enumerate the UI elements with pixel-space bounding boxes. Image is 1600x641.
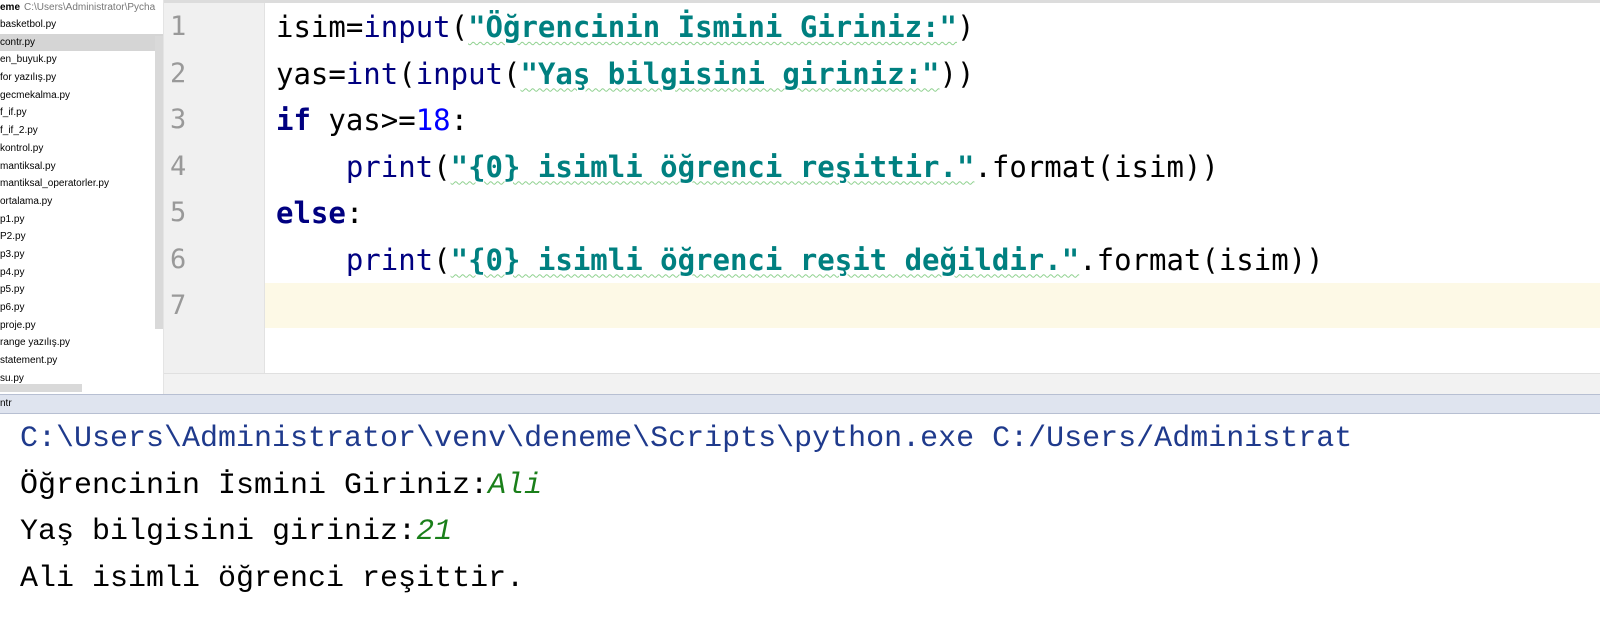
line-number: 7 <box>170 290 187 321</box>
project-root-path: C:\Users\Administrator\Pycha <box>24 2 156 13</box>
code-line[interactable]: print("{0} isimli öğrenci reşit değildir… <box>276 237 1324 283</box>
builtin-token: print <box>345 149 434 184</box>
code-token: isim= <box>276 10 364 44</box>
string-token: "Yaş bilgisini giriniz:" <box>520 56 940 91</box>
line-number: 4 <box>170 150 187 182</box>
file-item[interactable]: mantiksal.py <box>0 158 163 176</box>
console-output: Yaş bilgisini giriniz: <box>20 515 417 549</box>
project-tree: eme C:\Users\Administrator\Pycha basketbo… <box>0 0 164 394</box>
line-number: 5 <box>170 197 187 228</box>
line-number: 2 <box>170 57 187 89</box>
code-token: ( <box>450 10 469 44</box>
file-item[interactable]: range yazılış.py <box>0 334 163 352</box>
file-item[interactable]: f_if.py <box>0 104 163 122</box>
code-token: .format(isim)) <box>974 149 1219 184</box>
code-token: ( <box>433 242 451 277</box>
code-token: ( <box>433 149 451 184</box>
project-root-name: eme <box>0 2 21 13</box>
file-item[interactable]: p4.py <box>0 264 163 282</box>
file-item[interactable]: f_if_2.py <box>0 122 163 140</box>
code-token: .format(isim)) <box>1079 242 1324 277</box>
file-item[interactable]: basketbol.py <box>0 16 163 34</box>
code-token: : <box>450 103 469 137</box>
number-token: 18 <box>415 103 451 137</box>
code-line[interactable]: yas=int(input("Yaş bilgisini giriniz:")) <box>276 51 974 97</box>
tree-horizontal-scrollbar[interactable] <box>0 384 82 392</box>
console-line: Öğrencinin İsmini Giriniz:Ali <box>20 463 542 509</box>
line-number: 1 <box>170 11 187 42</box>
string-token: "Öğrencinin İsmini Giriniz:" <box>468 10 957 44</box>
string-token: "{0} isimli öğrenci reşit değildir." <box>450 242 1080 277</box>
builtin-token: int <box>345 56 399 91</box>
editor-horizontal-scrollbar[interactable] <box>164 373 1600 394</box>
console-user-input: Ali <box>488 468 543 503</box>
file-item[interactable]: p1.py <box>0 211 163 229</box>
code-token: ( <box>398 56 416 91</box>
file-item[interactable]: for yazılış.py <box>0 69 163 87</box>
string-token: "{0} isimli öğrenci reşittir." <box>450 149 975 184</box>
console-line: Yaş bilgisini giriniz:21 <box>20 509 452 555</box>
code-token: )) <box>939 56 975 91</box>
file-item[interactable]: kontrol.py <box>0 140 163 158</box>
builtin-token: input <box>363 10 451 44</box>
builtin-token: print <box>345 242 434 277</box>
file-item[interactable]: p5.py <box>0 281 163 299</box>
file-item[interactable]: p3.py <box>0 246 163 264</box>
file-item[interactable]: mantiksal_operatorler.py <box>0 175 163 193</box>
code-editor[interactable]: 1234567 isim=input("Öğrencinin İsmini Gi… <box>164 0 1600 394</box>
file-list: basketbol.py contr.py en_buyuk.py for yazıl… <box>0 16 163 387</box>
file-item[interactable]: en_buyuk.py <box>0 51 163 69</box>
console-command: C:\Users\Administrator\venv\deneme\Scrip… <box>20 422 1353 456</box>
builtin-token: input <box>415 56 504 91</box>
run-panel-header[interactable]: ntr <box>0 394 1600 414</box>
project-root[interactable]: eme C:\Users\Administrator\Pycha <box>0 0 155 16</box>
line-number: 3 <box>170 104 187 135</box>
run-console[interactable]: C:\Users\Administrator\venv\deneme\Scrip… <box>0 414 1600 641</box>
editor-tab-strip <box>164 0 1600 3</box>
console-line: C:\Users\Administrator\venv\deneme\Scrip… <box>20 416 1352 462</box>
code-token: yas= <box>276 56 346 91</box>
console-user-input: 21 <box>416 515 453 549</box>
code-line[interactable]: print("{0} isimli öğrenci reşittir.".for… <box>276 144 1219 190</box>
keyword-token: if <box>276 103 311 137</box>
code-line[interactable]: if yas>=18: <box>276 97 468 143</box>
tree-vertical-scrollbar[interactable] <box>155 36 163 329</box>
code-token: ( <box>503 56 521 91</box>
file-item[interactable]: P2.py <box>0 228 163 246</box>
caret-line-highlight <box>164 283 1600 328</box>
file-item[interactable]: gecmekalma.py <box>0 87 163 105</box>
code-token: yas>= <box>310 103 416 137</box>
keyword-token: else <box>276 196 346 230</box>
console-output: Ali isimli öğrenci reşittir. <box>20 561 525 596</box>
file-item[interactable]: p6.py <box>0 299 163 317</box>
code-token: : <box>345 196 364 230</box>
file-item[interactable]: contr.py <box>0 33 163 52</box>
run-tab-label[interactable]: ntr <box>0 398 12 409</box>
line-number: 6 <box>170 243 187 275</box>
file-item[interactable]: proje.py <box>0 317 163 335</box>
code-line[interactable]: isim=input("Öğrencinin İsmini Giriniz:") <box>276 4 974 50</box>
code-line[interactable]: else: <box>276 190 363 236</box>
file-item[interactable]: statement.py <box>0 352 163 370</box>
console-line: Ali isimli öğrenci reşittir. <box>20 556 524 602</box>
file-item[interactable]: ortalama.py <box>0 193 163 211</box>
code-token: ) <box>956 10 975 44</box>
console-output: Öğrencinin İsmini Giriniz: <box>20 468 489 503</box>
